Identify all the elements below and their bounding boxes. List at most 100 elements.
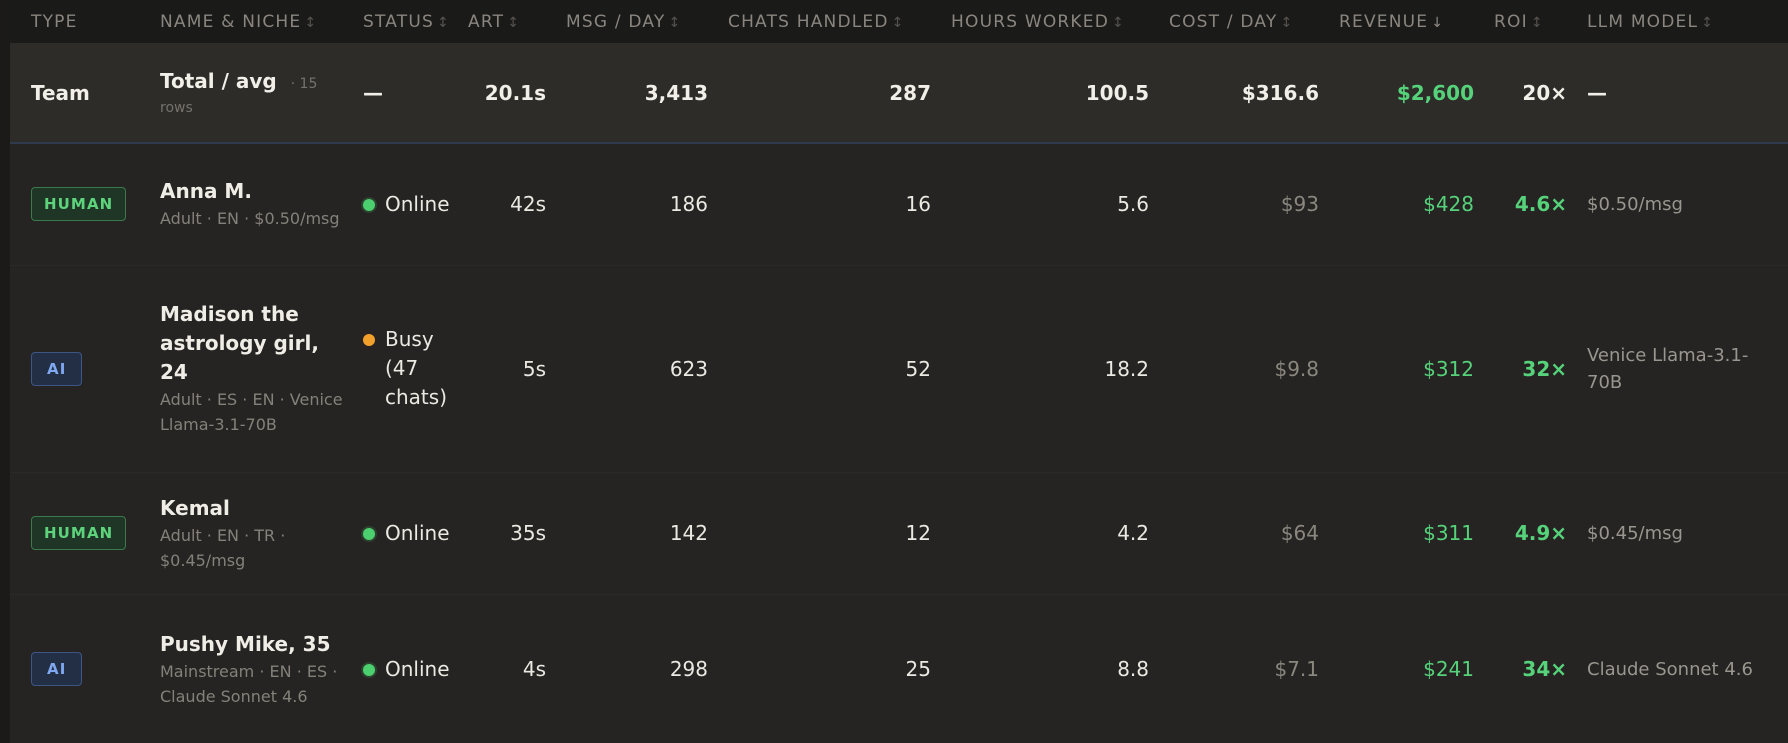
status-text: Online bbox=[385, 520, 450, 545]
type-cell: AI bbox=[10, 265, 150, 472]
col-header-chats[interactable]: CHATS HANDLED ↕ bbox=[718, 0, 941, 43]
table-row[interactable]: AI Madison the astrology girl, 24 Adult … bbox=[10, 265, 1788, 472]
hours-cell: 4.2 bbox=[1117, 521, 1149, 545]
hours-cell: 8.8 bbox=[1117, 657, 1149, 681]
sort-icon[interactable]: ↕ bbox=[668, 15, 681, 31]
col-header-cost[interactable]: COST / DAY ↕ bbox=[1159, 0, 1329, 43]
status-cell: Online bbox=[353, 472, 458, 594]
type-cell: HUMAN bbox=[10, 472, 150, 594]
total-type: Team bbox=[31, 80, 90, 105]
status-cell: Online bbox=[353, 594, 458, 743]
status-cell: Busy (47 chats) bbox=[353, 265, 458, 472]
sort-icon[interactable]: ↕ bbox=[1701, 15, 1714, 31]
total-roi: 20× bbox=[1522, 80, 1567, 105]
llm-cell: $0.45/msg bbox=[1587, 522, 1683, 544]
type-badge-ai: AI bbox=[31, 652, 83, 686]
llm-cell: Venice Llama-3.1-70B bbox=[1587, 344, 1749, 393]
art-cell: 4s bbox=[522, 657, 546, 681]
sort-icon[interactable]: ↕ bbox=[1280, 15, 1293, 31]
chats-cell: 52 bbox=[905, 356, 931, 381]
roi-cell: 4.9× bbox=[1514, 521, 1567, 545]
total-llm: — bbox=[1587, 80, 1607, 105]
col-header-status[interactable]: STATUS ↕ bbox=[353, 0, 458, 43]
total-name-cell: Total / avg · 15 rows bbox=[150, 43, 353, 143]
col-header-hours[interactable]: HOURS WORKED ↕ bbox=[941, 0, 1159, 43]
col-header-revenue[interactable]: REVENUE ↓ bbox=[1329, 0, 1484, 43]
cost-cell: $93 bbox=[1280, 192, 1319, 217]
revenue-cell: $428 bbox=[1423, 192, 1474, 217]
sort-icon[interactable]: ↕ bbox=[304, 15, 317, 31]
type-cell: AI bbox=[10, 594, 150, 743]
status-text: Online bbox=[385, 191, 450, 216]
chats-cell: 25 bbox=[905, 657, 931, 681]
left-gutter bbox=[0, 0, 10, 743]
llm-cell: $0.50/msg bbox=[1587, 193, 1683, 215]
revenue-cell: $311 bbox=[1423, 521, 1474, 545]
total-row: Team Total / avg · 15 rows — 20.1s 3,413… bbox=[10, 43, 1788, 143]
total-label: Total / avg bbox=[160, 68, 277, 93]
agent-name[interactable]: Pushy Mike, 35 bbox=[160, 630, 343, 659]
total-cost: $316.6 bbox=[1241, 80, 1319, 105]
app-frame: TYPE NAME & NICHE ↕ STATUS ↕ ART ↕ MSG / DA… bbox=[0, 0, 1788, 743]
agent-name[interactable]: Anna M. bbox=[160, 177, 343, 206]
status-online-dot-icon bbox=[363, 527, 375, 540]
total-msg-day: 3,413 bbox=[644, 80, 708, 105]
sort-icon[interactable]: ↕ bbox=[1112, 15, 1125, 31]
art-cell: 35s bbox=[510, 521, 546, 545]
agents-table: TYPE NAME & NICHE ↕ STATUS ↕ ART ↕ MSG / DA… bbox=[10, 0, 1788, 743]
table-row[interactable]: HUMAN Anna M. Adult · EN · $0.50/msg Onl… bbox=[10, 143, 1788, 265]
chats-cell: 16 bbox=[905, 192, 931, 217]
agent-niche: Adult · EN · $0.50/msg bbox=[160, 209, 340, 229]
status-text: Online bbox=[385, 656, 450, 681]
agent-niche: Mainstream · EN · ES · Claude Sonnet 4.6 bbox=[160, 661, 338, 706]
col-header-llm[interactable]: LLM MODEL ↕ bbox=[1577, 0, 1788, 43]
chats-cell: 12 bbox=[905, 521, 931, 545]
agents-table-container[interactable]: TYPE NAME & NICHE ↕ STATUS ↕ ART ↕ MSG / DA… bbox=[10, 0, 1788, 743]
revenue-cell: $312 bbox=[1423, 356, 1474, 381]
total-status: — bbox=[363, 80, 383, 105]
col-header-roi[interactable]: ROI ↕ bbox=[1484, 0, 1577, 43]
name-cell: Pushy Mike, 35 Mainstream · EN · ES · Cl… bbox=[150, 594, 353, 743]
sort-icon[interactable]: ↕ bbox=[892, 15, 905, 31]
msg-day-cell: 298 bbox=[669, 657, 708, 681]
status-online-dot-icon bbox=[363, 663, 375, 676]
sort-icon[interactable]: ↕ bbox=[1531, 15, 1544, 31]
table-row[interactable]: HUMAN Kemal Adult · EN · TR · $0.45/msg … bbox=[10, 472, 1788, 594]
sort-desc-icon[interactable]: ↓ bbox=[1431, 15, 1444, 31]
name-cell: Madison the astrology girl, 24 Adult · E… bbox=[150, 265, 353, 472]
agent-niche: Adult · ES · EN · Venice Llama-3.1-70B bbox=[160, 390, 343, 434]
type-badge-ai: AI bbox=[31, 351, 83, 386]
sort-icon[interactable]: ↕ bbox=[437, 15, 450, 31]
status-busy-dot-icon bbox=[363, 334, 375, 346]
total-art: 20.1s bbox=[484, 80, 546, 105]
table-row[interactable]: AI Pushy Mike, 35 Mainstream · EN · ES ·… bbox=[10, 594, 1788, 743]
header-row: TYPE NAME & NICHE ↕ STATUS ↕ ART ↕ MSG / DA… bbox=[10, 0, 1788, 43]
cost-cell: $7.1 bbox=[1274, 657, 1319, 681]
hours-cell: 5.6 bbox=[1117, 192, 1149, 217]
sort-icon[interactable]: ↕ bbox=[507, 15, 520, 31]
type-cell: HUMAN bbox=[10, 143, 150, 265]
revenue-cell: $241 bbox=[1423, 657, 1474, 681]
msg-day-cell: 623 bbox=[669, 356, 708, 381]
col-header-art[interactable]: ART ↕ bbox=[458, 0, 556, 43]
status-cell: Online bbox=[353, 143, 458, 265]
type-badge-human: HUMAN bbox=[31, 187, 127, 222]
agent-niche: Adult · EN · TR · $0.45/msg bbox=[160, 525, 286, 570]
status-online-dot-icon bbox=[363, 198, 375, 211]
col-header-msg-day[interactable]: MSG / DAY ↕ bbox=[556, 0, 718, 43]
roi-cell: 4.6× bbox=[1514, 192, 1567, 217]
total-revenue: $2,600 bbox=[1396, 80, 1474, 105]
name-cell: Anna M. Adult · EN · $0.50/msg bbox=[150, 143, 353, 265]
col-header-name[interactable]: NAME & NICHE ↕ bbox=[150, 0, 353, 43]
col-header-type: TYPE bbox=[31, 11, 78, 32]
hours-cell: 18.2 bbox=[1104, 356, 1149, 381]
name-cell: Kemal Adult · EN · TR · $0.45/msg bbox=[150, 472, 353, 594]
total-hours: 100.5 bbox=[1085, 80, 1149, 105]
cost-cell: $9.8 bbox=[1274, 356, 1319, 381]
msg-day-cell: 142 bbox=[669, 521, 708, 545]
agent-name[interactable]: Madison the astrology girl, 24 bbox=[160, 300, 343, 387]
status-text: Busy (47 chats) bbox=[385, 327, 447, 409]
roi-cell: 34× bbox=[1522, 657, 1567, 681]
total-chats: 287 bbox=[889, 80, 931, 105]
agent-name[interactable]: Kemal bbox=[160, 494, 343, 523]
